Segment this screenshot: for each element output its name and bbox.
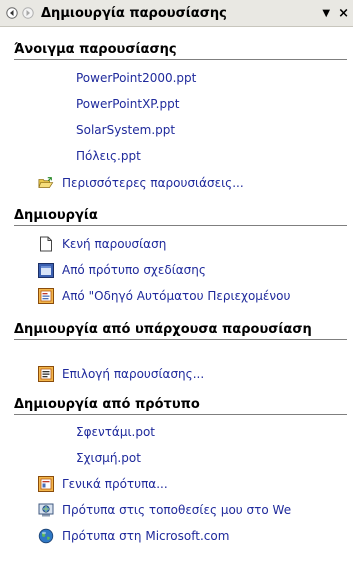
my-websites-templates-item[interactable]: Πρότυπα στις τοποθεσίες μου στο We [38,500,291,520]
task-pane-title: Δημιουργία παρουσίασης [41,5,227,21]
web-folder-icon [38,502,54,518]
choose-presentation-icon [38,366,54,382]
from-template-section: Δημιουργία από πρότυπο [14,397,347,415]
recent-file-link[interactable]: PowerPoint2000.ppt [76,68,196,88]
microsoft-templates-link[interactable]: Πρότυπα στη Microsoft.com [62,529,229,543]
design-template-link[interactable]: Από πρότυπο σχεδίασης [62,263,206,277]
forward-arrow-icon[interactable] [21,6,35,20]
general-templates-item[interactable]: Γενικά πρότυπα... [38,474,168,494]
recent-template-link[interactable]: Σφεντάμι.pot [76,422,155,442]
back-arrow-icon[interactable] [5,6,19,20]
design-template-item[interactable]: Από πρότυπο σχεδίασης [38,260,206,280]
from-existing-section: Δημιουργία από υπάρχουσα παρουσίαση [14,321,347,340]
new-presentation-task-pane: Δημιουργία παρουσίασης ▼ × Άνοιγμα παρου… [0,0,353,581]
section-title: Δημιουργία από υπάρχουσα παρουσίαση [14,321,347,340]
task-pane-titlebar: Δημιουργία παρουσίασης ▼ × [0,0,353,27]
section-title: Δημιουργία [14,208,347,226]
new-section: Δημιουργία [14,208,347,226]
recent-template-link[interactable]: Σχισμή.pot [76,448,141,468]
microsoft-templates-item[interactable]: Πρότυπα στη Microsoft.com [38,526,229,546]
blank-presentation-item[interactable]: Κενή παρουσίαση [38,234,166,254]
task-pane-content: Άνοιγμα παρουσίασης PowerPoint2000.ppt P… [0,28,353,581]
pane-menu-dropdown-icon[interactable]: ▼ [322,8,330,19]
open-folder-icon [38,175,54,191]
choose-presentation-link[interactable]: Επιλογή παρουσίασης... [62,367,204,381]
more-presentations-item[interactable]: Περισσότερες παρουσιάσεις... [38,173,244,193]
choose-presentation-item[interactable]: Επιλογή παρουσίασης... [38,364,204,384]
autocontent-wizard-link[interactable]: Από "Οδηγό Αυτόματου Περιεχομένου [62,289,290,303]
recent-file-link[interactable]: PowerPointXP.ppt [76,94,179,114]
globe-icon [38,528,54,544]
recent-file-link[interactable]: Πόλεις.ppt [76,146,141,166]
general-templates-link[interactable]: Γενικά πρότυπα... [62,477,168,491]
blank-page-icon [38,236,54,252]
blank-presentation-link[interactable]: Κενή παρουσίαση [62,237,166,251]
autocontent-wizard-item[interactable]: Από "Οδηγό Αυτόματου Περιεχομένου [38,286,290,306]
design-template-icon [38,262,54,278]
general-templates-icon [38,476,54,492]
section-title: Άνοιγμα παρουσίασης [14,42,347,60]
recent-file-link[interactable]: SolarSystem.ppt [76,120,175,140]
close-icon[interactable]: × [338,6,349,21]
my-websites-templates-link[interactable]: Πρότυπα στις τοποθεσίες μου στο We [62,503,291,517]
section-title: Δημιουργία από πρότυπο [14,397,347,415]
wizard-icon [38,288,54,304]
more-presentations-link[interactable]: Περισσότερες παρουσιάσεις... [62,176,244,190]
open-presentation-section: Άνοιγμα παρουσίασης [14,42,347,60]
